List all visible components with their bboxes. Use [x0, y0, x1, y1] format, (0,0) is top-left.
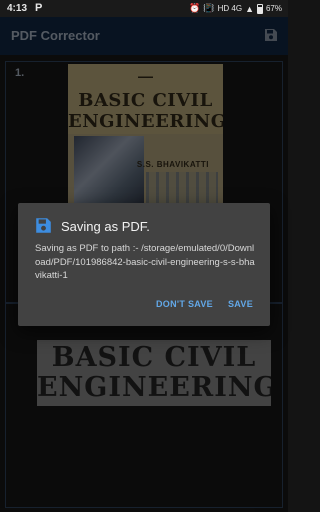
dialog-message: Saving as PDF to path :- /storage/emulat…	[35, 243, 255, 281]
network-indicator: HD 4G	[217, 4, 243, 13]
signal-icon: ▲	[245, 3, 254, 14]
save-pdf-dialog: Saving as PDF. Saving as PDF to path :- …	[18, 203, 270, 326]
battery-icon	[256, 3, 263, 14]
status-bar: 4:13 P ⏰ 📳 HD 4G ▲ 67%	[0, 0, 288, 17]
save-icon	[36, 218, 51, 233]
status-time: 4:13	[7, 3, 28, 14]
dont-save-button[interactable]: DON'T SAVE	[156, 299, 213, 309]
dialog-title: Saving as PDF.	[61, 219, 150, 234]
vibrate-icon: 📳	[203, 3, 215, 13]
app-notification-icon: P	[35, 2, 43, 14]
status-indicators: ⏰ 📳 HD 4G ▲ 67%	[189, 3, 282, 14]
battery-percent: 67%	[265, 4, 282, 13]
alarm-icon: ⏰	[189, 3, 201, 13]
save-button[interactable]: SAVE	[228, 299, 253, 309]
